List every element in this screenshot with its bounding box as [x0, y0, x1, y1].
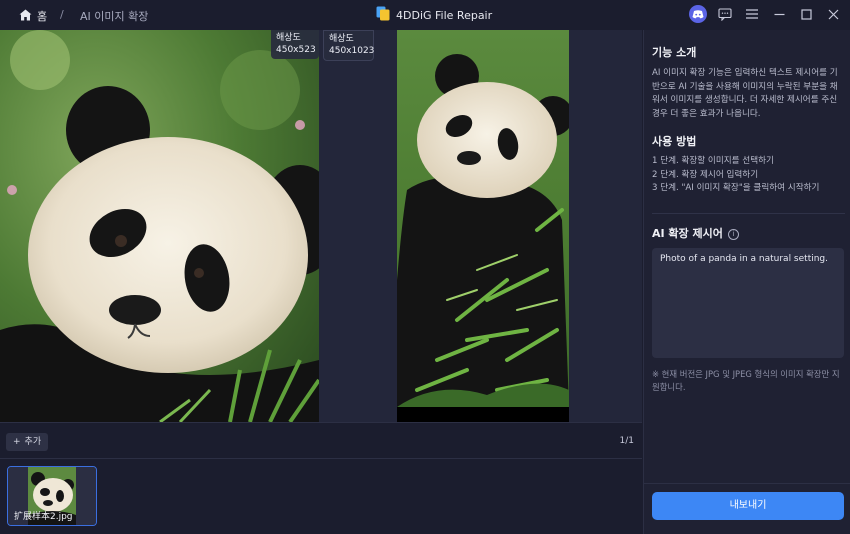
minimize-icon[interactable]: [770, 5, 788, 23]
usage-step: 2 단계. 확장 제시어 입력하기: [652, 169, 759, 180]
section-divider: [652, 213, 845, 214]
thumbnail-file-name: 扩展样本2.jpg: [14, 512, 73, 522]
prompt-input[interactable]: Photo of a panda in a natural setting.: [652, 248, 844, 358]
intro-text: AI 이미지 확장 기능은 입력하신 텍스트 제시어를 기반으로 AI 기술을 …: [652, 68, 838, 119]
feedback-icon[interactable]: [716, 5, 734, 23]
export-button[interactable]: 내보내기: [652, 492, 844, 520]
app-logo-icon: [376, 6, 390, 24]
panel-divider: [644, 483, 850, 484]
image-toolbar: + 추가 1/1: [0, 422, 642, 459]
app-title-text: 4DDiG File Repair: [396, 8, 493, 22]
add-button[interactable]: + 추가: [6, 433, 49, 451]
thumbnail-strip: 扩展样本2.jpg: [0, 459, 642, 534]
preview-area: 해상도 450x523 해상도 450x1023: [0, 30, 642, 422]
resolution-value: 450x1023: [329, 46, 375, 56]
title-bar: 홈 / AI 이미지 확장 4DDiG File Repair: [0, 0, 850, 30]
resolution-label: 해상도: [329, 34, 354, 44]
prompt-title: AI 확장 제시어 i: [652, 225, 739, 241]
close-icon[interactable]: [824, 5, 842, 23]
usage-step: 3 단계. "AI 이미지 확장"을 클릭하여 시작하기: [652, 183, 820, 193]
intro-title: 기능 소개: [652, 46, 697, 59]
expanded-resolution-badge: 해상도 450x1023: [323, 30, 374, 61]
prompt-title-text: AI 확장 제시어: [652, 227, 723, 240]
home-link[interactable]: 홈: [19, 8, 47, 24]
usage-step: 1 단계. 확장할 이미지를 선택하기: [652, 156, 774, 166]
breadcrumb-current: AI 이미지 확장: [80, 10, 149, 23]
home-icon: [19, 9, 32, 24]
thumbnail-item[interactable]: 扩展样本2.jpg: [7, 466, 97, 526]
info-icon[interactable]: i: [727, 229, 739, 240]
usage-steps: 1 단계. 확장할 이미지를 선택하기 2 단계. 확장 제시어 입력하기 3 …: [652, 155, 844, 196]
prompt-input-value: Photo of a panda in a natural setting.: [660, 254, 828, 264]
page-counter: 1/1: [619, 436, 634, 446]
resolution-value: 450x523: [276, 45, 316, 55]
discord-icon[interactable]: [689, 5, 707, 23]
app-title: 4DDiG File Repair: [376, 6, 492, 24]
resolution-label: 해상도: [276, 33, 301, 43]
original-resolution-badge: 해상도 450x523: [271, 30, 319, 59]
menu-icon[interactable]: [743, 5, 761, 23]
window-controls: [689, 5, 842, 23]
maximize-icon[interactable]: [797, 5, 815, 23]
usage-title: 사용 방법: [652, 135, 697, 148]
expanded-image: [397, 30, 569, 422]
side-panel: 기능 소개 AI 이미지 확장 기능은 입력하신 텍스트 제시어를 기반으로 A…: [643, 30, 850, 534]
home-label: 홈: [37, 10, 48, 23]
original-image: [0, 30, 319, 422]
plus-icon: +: [13, 437, 21, 447]
format-note: ※ 현재 버전은 JPG 및 JPEG 형식의 이미지 확장만 지원합니다.: [652, 369, 840, 392]
add-button-label: 추가: [24, 437, 42, 447]
breadcrumb-separator: /: [60, 8, 64, 21]
